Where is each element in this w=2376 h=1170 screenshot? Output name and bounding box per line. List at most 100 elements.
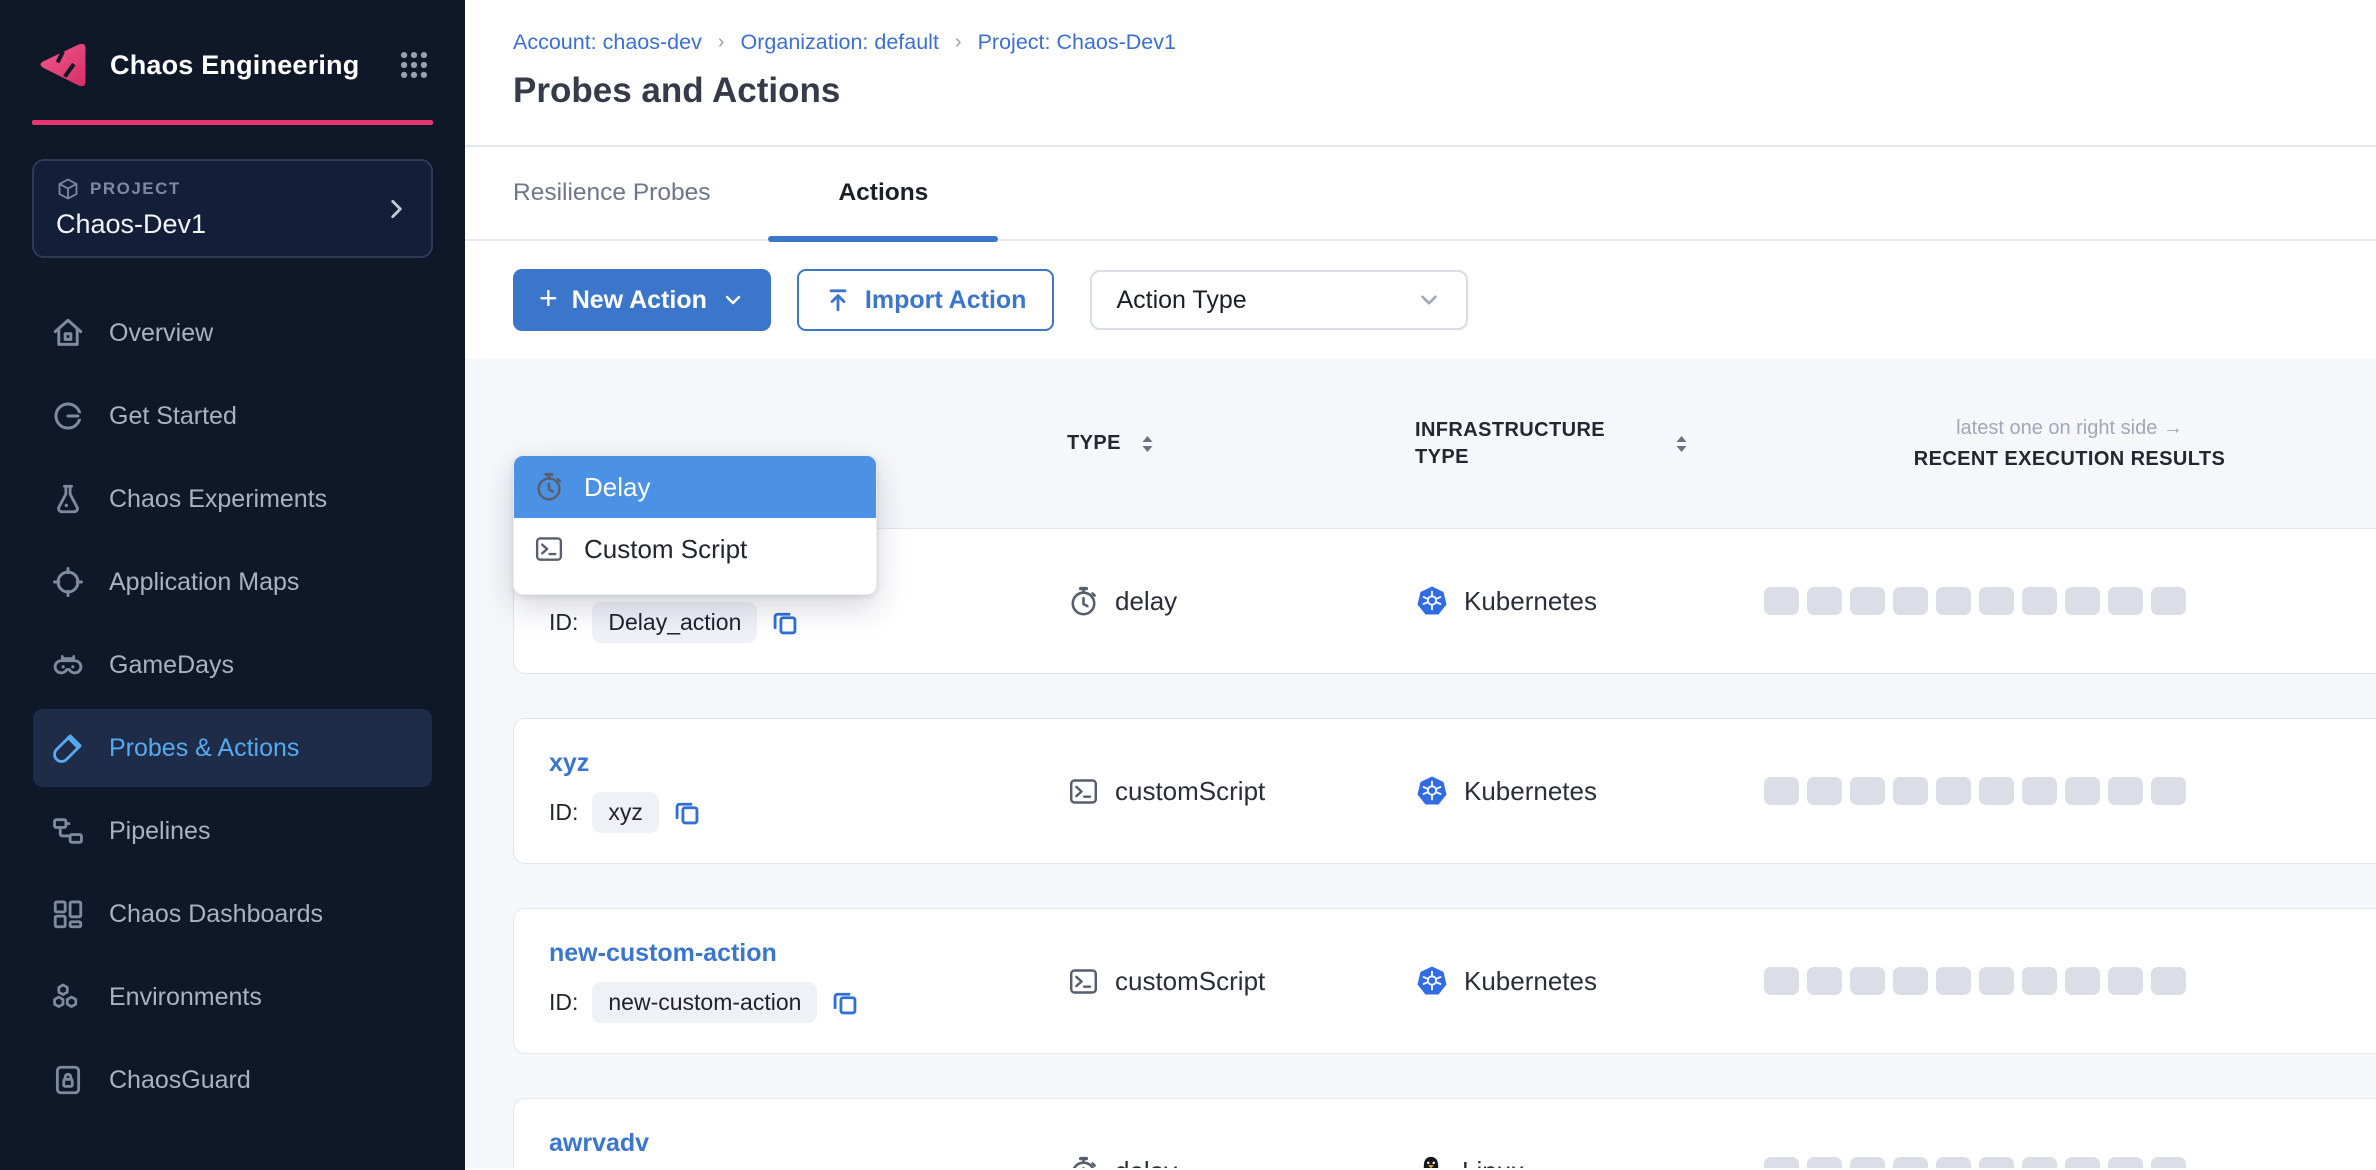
chevron-down-icon	[721, 288, 745, 312]
sidebar-item-gamedays[interactable]: GameDays	[33, 626, 432, 704]
type-cell: customScript	[1068, 776, 1416, 807]
terminal-icon	[1068, 966, 1099, 997]
toolbar: + New Action Import Action Action Type	[465, 241, 2376, 359]
execution-result-placeholder	[1936, 587, 1971, 615]
results-header-label: RECENT EXECUTION RESULTS	[1914, 448, 2225, 471]
project-selector[interactable]: PROJECT Chaos-Dev1	[32, 159, 433, 258]
execution-result-placeholder	[1936, 967, 1971, 995]
new-action-button[interactable]: + New Action	[513, 269, 771, 331]
project-name: Chaos-Dev1	[56, 209, 383, 240]
infrastructure-cell: Kubernetes	[1416, 585, 1764, 617]
type-value: customScript	[1115, 966, 1265, 997]
execution-result-placeholder	[1979, 587, 2014, 615]
action-name-link[interactable]: xyz	[549, 749, 589, 778]
name-cell: awrvadv ID:	[514, 1129, 1068, 1168]
action-id-value: new-custom-action	[592, 982, 817, 1023]
sidebar-item-probes-actions[interactable]: Probes & Actions	[33, 709, 432, 787]
tab-actions[interactable]: Actions	[768, 147, 998, 239]
sidebar-item-label: Chaos Experiments	[109, 485, 327, 514]
kubernetes-icon	[1416, 775, 1448, 807]
execution-result-placeholder	[1807, 587, 1842, 615]
stopwatch-icon	[1068, 1156, 1099, 1169]
gamepad-icon	[51, 648, 85, 682]
results-order-hint: latest one on right side →	[1956, 417, 2183, 440]
project-info: PROJECT Chaos-Dev1	[56, 177, 383, 240]
infrastructure-cell: Kubernetes	[1416, 965, 1764, 997]
sidebar-item-overview[interactable]: Overview	[33, 294, 432, 372]
execution-result-placeholder	[1893, 587, 1928, 615]
recent-execution-results	[1764, 587, 2376, 615]
sort-icon[interactable]	[1673, 432, 1690, 456]
execution-result-placeholder	[2065, 777, 2100, 805]
kubernetes-icon	[1416, 585, 1448, 617]
sidebar-item-chaosguard[interactable]: ChaosGuard	[33, 1041, 432, 1119]
menu-item-label: Delay	[584, 472, 650, 503]
app-root: Chaos Engineering PROJECT Chaos-Dev1 Ove	[0, 0, 2376, 1170]
execution-result-placeholder	[2065, 967, 2100, 995]
action-name-link[interactable]: awrvadv	[549, 1129, 649, 1158]
sidebar-item-label: Chaos Dashboards	[109, 900, 323, 929]
action-name-link[interactable]: new-custom-action	[549, 939, 777, 968]
pipelines-icon	[51, 814, 85, 848]
action-type-select[interactable]: Action Type	[1090, 270, 1468, 330]
execution-result-placeholder	[2022, 587, 2057, 615]
app-switcher-grid-icon[interactable]	[397, 48, 431, 82]
sidebar-item-label: Get Started	[109, 402, 237, 431]
sidebar-item-application-maps[interactable]: Application Maps	[33, 543, 432, 621]
execution-result-placeholder	[2022, 777, 2057, 805]
breadcrumb: Account: chaos-dev › Organization: defau…	[513, 30, 2328, 55]
sidebar-item-chaos-experiments[interactable]: Chaos Experiments	[33, 460, 432, 538]
copy-icon[interactable]	[771, 609, 799, 637]
execution-result-placeholder	[2151, 1157, 2186, 1168]
import-action-label: Import Action	[865, 286, 1027, 315]
page-header: Account: chaos-dev › Organization: defau…	[465, 0, 2376, 147]
sidebar-item-chaos-dashboards[interactable]: Chaos Dashboards	[33, 875, 432, 953]
execution-result-placeholder	[1764, 587, 1799, 615]
sidebar-item-label: ChaosGuard	[109, 1066, 251, 1095]
execution-result-placeholder	[1850, 777, 1885, 805]
infrastructure-header-label: INFRASTRUCTURE TYPE	[1415, 417, 1655, 471]
execution-result-placeholder	[1979, 967, 2014, 995]
infrastructure-cell: Kubernetes	[1416, 775, 1764, 807]
app-title: Chaos Engineering	[110, 50, 377, 81]
new-action-label: New Action	[572, 286, 707, 315]
breadcrumb-separator: ›	[955, 31, 962, 54]
page-title: Probes and Actions	[513, 71, 2328, 111]
breadcrumb-account[interactable]: Account: chaos-dev	[513, 30, 702, 55]
sort-icon[interactable]	[1139, 432, 1156, 456]
breadcrumb-organization[interactable]: Organization: default	[741, 30, 939, 55]
table-header-infrastructure[interactable]: INFRASTRUCTURE TYPE	[1415, 417, 1763, 471]
menu-item-custom-script[interactable]: Custom Script	[514, 518, 876, 580]
execution-result-placeholder	[1807, 777, 1842, 805]
sidebar-item-pipelines[interactable]: Pipelines	[33, 792, 432, 870]
home-icon	[51, 316, 85, 350]
copy-icon[interactable]	[673, 799, 701, 827]
table-header-type[interactable]: TYPE	[1067, 432, 1415, 456]
dashboards-icon	[51, 897, 85, 931]
cube-icon	[56, 177, 80, 201]
type-value: customScript	[1115, 776, 1265, 807]
breadcrumb-project[interactable]: Project: Chaos-Dev1	[978, 30, 1176, 55]
infrastructure-cell: Linux	[1416, 1155, 1764, 1168]
table-row: xyz ID: xyz customScript Kubernetes	[513, 718, 2376, 864]
tab-resilience-probes[interactable]: Resilience Probes	[513, 147, 710, 239]
execution-result-placeholder	[1807, 1157, 1842, 1168]
terminal-icon	[534, 534, 564, 564]
id-label: ID:	[549, 989, 578, 1016]
execution-result-placeholder	[2065, 1157, 2100, 1168]
menu-item-delay[interactable]: Delay	[514, 456, 876, 518]
sidebar-item-environments[interactable]: Environments	[33, 958, 432, 1036]
name-cell: xyz ID: xyz	[514, 749, 1068, 833]
execution-result-placeholder	[1764, 967, 1799, 995]
execution-result-placeholder	[1850, 1157, 1885, 1168]
action-id-row: ID: Delay_action	[549, 602, 1068, 643]
sidebar-item-get-started[interactable]: Get Started	[33, 377, 432, 455]
execution-result-placeholder	[2108, 777, 2143, 805]
sidebar-item-label: GameDays	[109, 651, 234, 680]
import-action-button[interactable]: Import Action	[797, 269, 1055, 331]
action-type-value: Action Type	[1116, 286, 1416, 315]
table-row: awrvadv ID: delay Linux	[513, 1098, 2376, 1168]
copy-icon[interactable]	[831, 989, 859, 1017]
get-started-icon	[51, 399, 85, 433]
execution-result-placeholder	[2022, 1157, 2057, 1168]
